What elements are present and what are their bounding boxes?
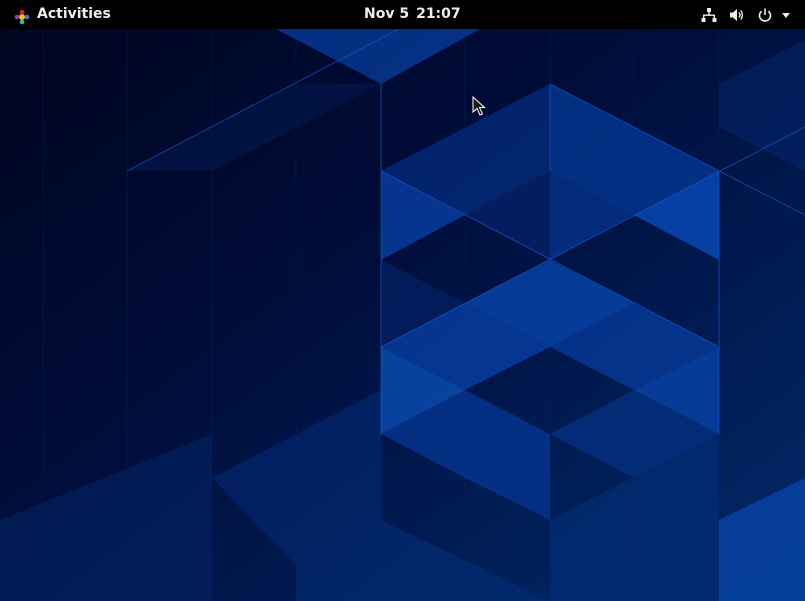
system-menu-button[interactable]: [689, 0, 791, 29]
volume-icon: [729, 7, 745, 23]
activities-label: Activities: [37, 6, 111, 22]
distro-logo-icon: [14, 7, 30, 24]
chevron-down-icon: [781, 7, 791, 23]
network-wired-icon: [701, 7, 717, 23]
power-icon: [757, 7, 773, 23]
desktop-wallpaper: [0, 0, 805, 601]
clock-time: 21:07: [416, 6, 461, 22]
mouse-pointer-icon: [472, 96, 486, 116]
activities-button[interactable]: Activities: [14, 0, 111, 29]
clock-button[interactable]: Nov 5 21:07: [364, 0, 461, 29]
clock-date: Nov 5: [364, 6, 410, 22]
top-bar: Activities Nov 5 21:07: [0, 0, 805, 29]
desktop: Activities Nov 5 21:07: [0, 0, 805, 601]
